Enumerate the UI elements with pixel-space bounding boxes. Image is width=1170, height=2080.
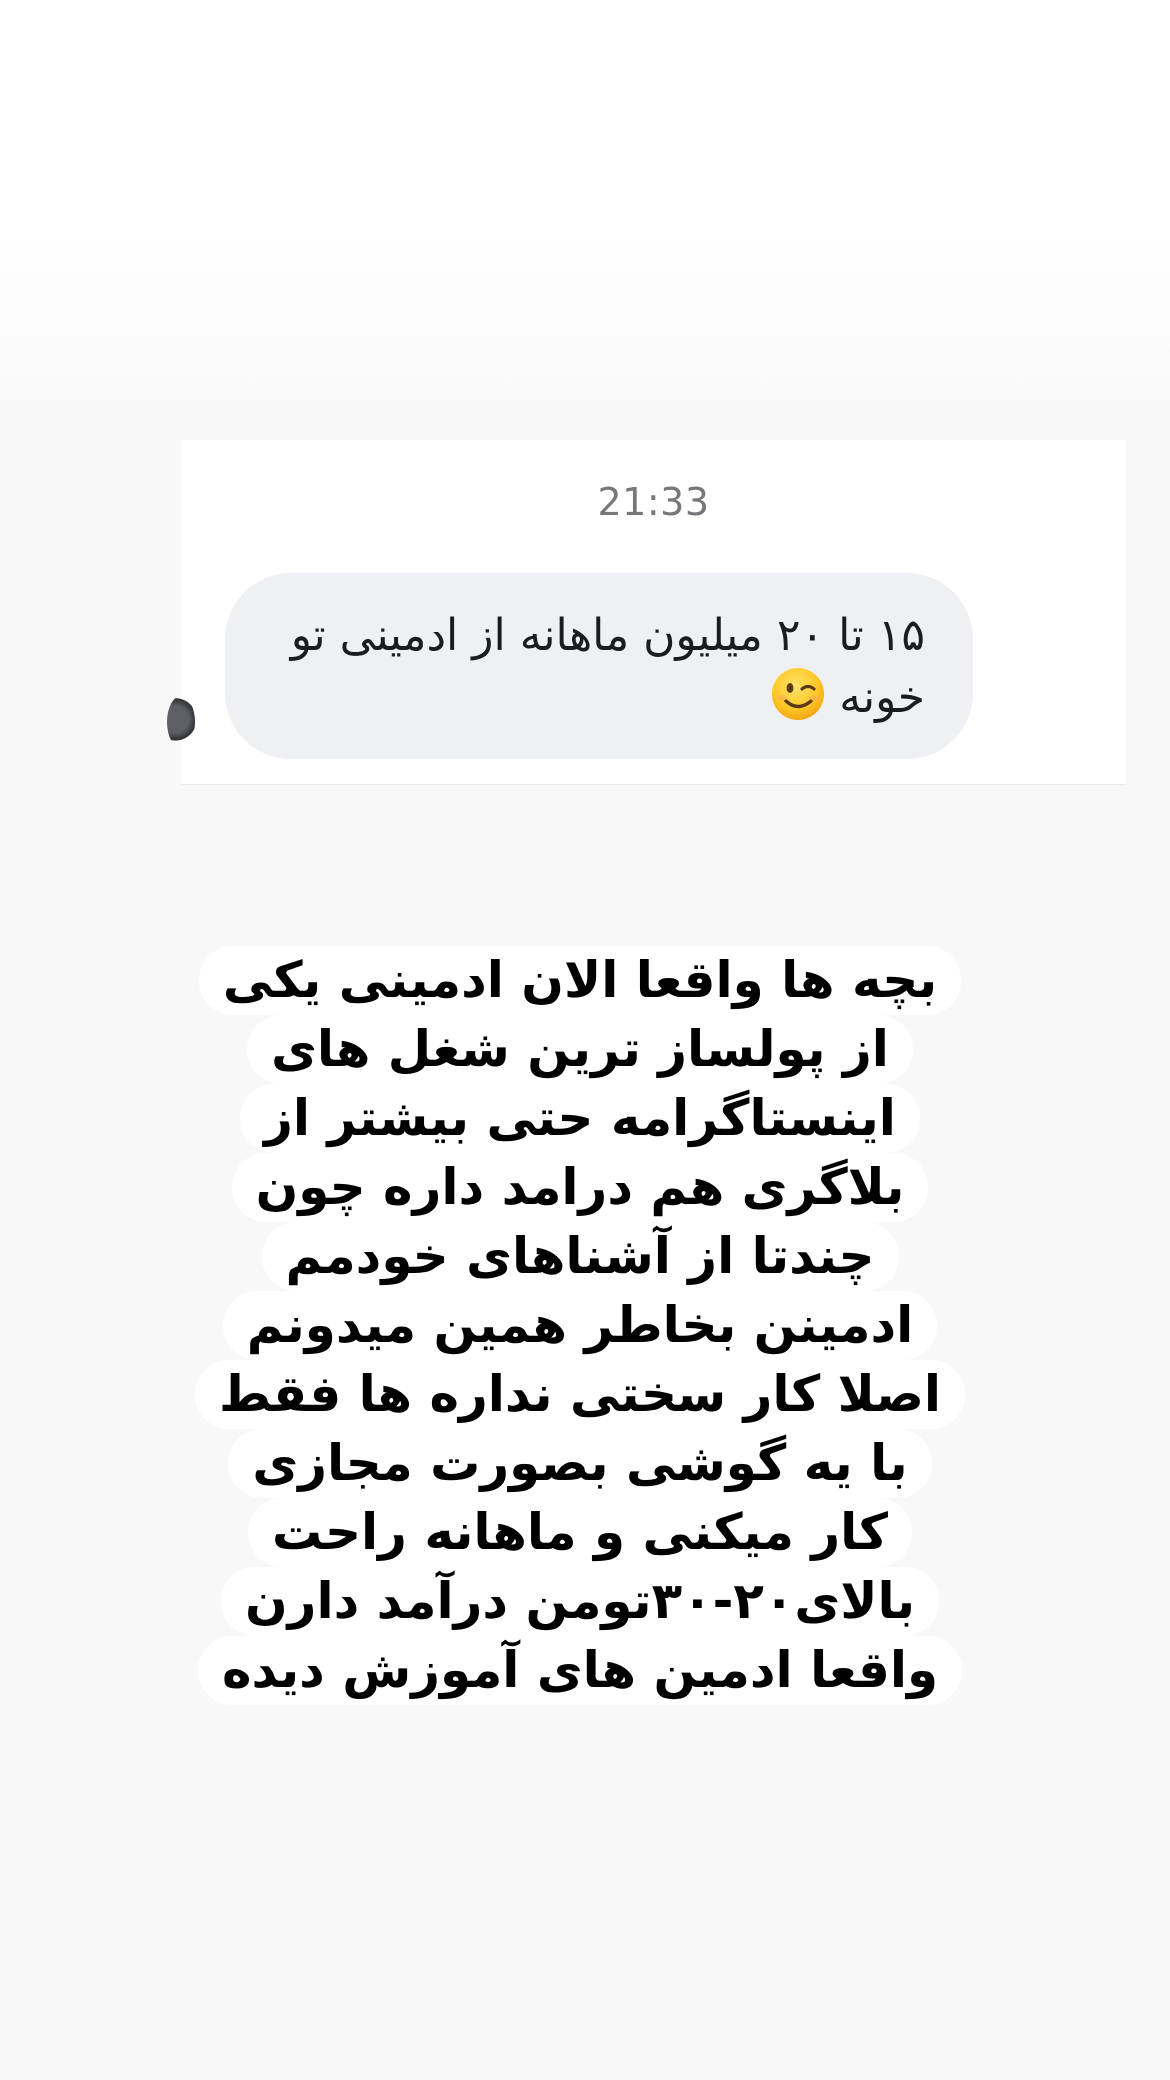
caption-line: بچه ها واقعا الان ادمینی یکی <box>198 946 962 1015</box>
story-caption: بچه ها واقعا الان ادمینی یکی از پولساز ت… <box>150 946 1010 1705</box>
caption-line: اصلا کار سختی نداره ها فقط <box>194 1360 966 1429</box>
caption-line: اینستاگرامه حتی بیشتر از <box>240 1084 920 1153</box>
caption-line: واقعا ادمین های آموزش دیده <box>197 1636 963 1705</box>
chat-screenshot-card: 21:33 ۱۵ تا ۲۰ میلیون ماهانه از ادمینی ت… <box>167 440 1126 785</box>
caption-line: با یه گوشی بصورت مجازی <box>228 1429 932 1498</box>
caption-line: از پولساز ترین شغل های <box>247 1015 913 1084</box>
caption-line: بالای۲۰-۳۰تومن درآمد دارن <box>220 1567 940 1636</box>
message-bubble[interactable]: ۱۵ تا ۲۰ میلیون ماهانه از ادمینی تو خونه <box>225 573 973 759</box>
caption-line: بلاگری هم درامد داره چون <box>231 1153 929 1222</box>
caption-line: چندتا از آشناهای خودمم <box>261 1222 899 1291</box>
caption-line: ادمینن بخاطر همین میدونم <box>222 1291 938 1360</box>
winking-face-icon <box>772 668 825 720</box>
sender-avatar[interactable] <box>167 696 195 748</box>
message-timestamp: 21:33 <box>597 480 710 524</box>
message-text: ۱۵ تا ۲۰ میلیون ماهانه از ادمینی تو خونه <box>290 610 925 723</box>
caption-line: کار میکنی و ماهانه راحت <box>248 1498 912 1567</box>
